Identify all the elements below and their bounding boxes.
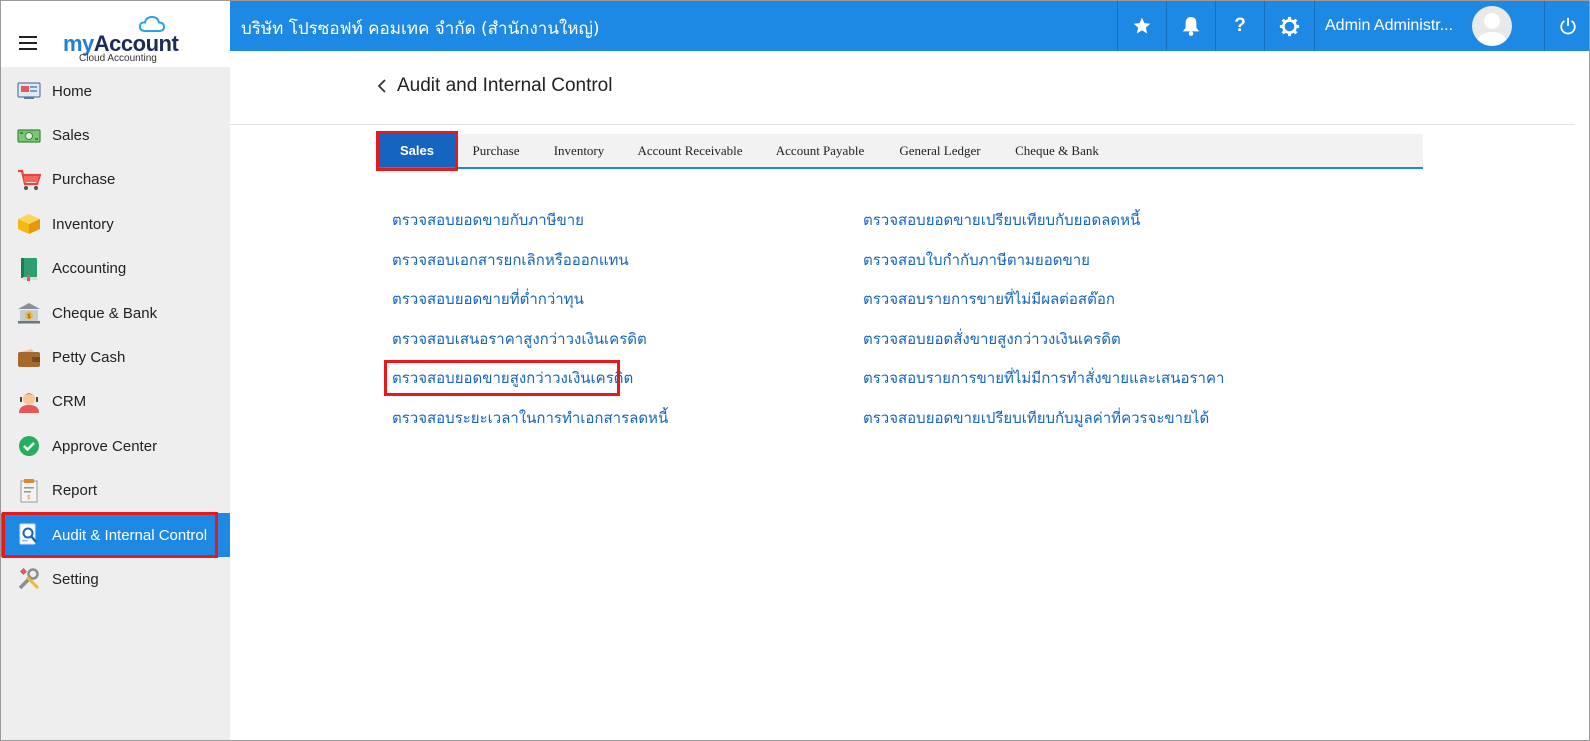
tools-icon <box>17 567 41 591</box>
sidebar-item-label: Sales <box>52 127 90 145</box>
tab-account-payable[interactable]: Account Payable <box>763 134 877 167</box>
sidebar-item-label: Cheque & Bank <box>52 304 158 322</box>
page-header: Audit and Internal Control <box>230 51 1589 125</box>
star-icon <box>1133 17 1151 34</box>
crm-icon <box>17 390 41 414</box>
sidebar-item-label: Purchase <box>52 171 116 189</box>
help-icon: ? <box>1234 15 1246 36</box>
sidebar-item-label: Setting <box>52 570 99 588</box>
hamburger-menu-icon[interactable] <box>19 36 37 50</box>
sidebar-item-purchase[interactable]: Purchase <box>1 158 230 202</box>
user-menu[interactable]: Admin Administr... <box>1314 1 1545 51</box>
company-name[interactable]: บริษัท โปรซอฟท์ คอมเทค จำกัด (สำนักงานให… <box>241 15 600 42</box>
sidebar-item-inventory[interactable]: Inventory <box>1 202 230 246</box>
tab-sales[interactable]: Sales <box>376 131 458 171</box>
sidebar-item-label: Home <box>52 82 93 100</box>
notification-button[interactable] <box>1166 1 1215 51</box>
links-right-column: ตรวจสอบยอดขายเปรียบเทียบกับยอดลดหนี้ ตรว… <box>863 209 1224 447</box>
sidebar-item-crm[interactable]: CRM <box>1 380 230 424</box>
tab-cheque-bank[interactable]: Cheque & Bank <box>1003 134 1111 167</box>
sidebar-item-home[interactable]: Home <box>1 69 230 113</box>
sidebar-item-label: CRM <box>52 393 87 411</box>
audit-link[interactable]: ตรวจสอบยอดขายกับภาษีขาย <box>392 209 668 249</box>
sidebar-menu: Home Sales Purchase Inventory Accounting… <box>1 69 230 602</box>
home-icon <box>17 79 41 103</box>
favorite-button[interactable] <box>1117 1 1166 51</box>
sidebar-item-label: Accounting <box>52 260 127 278</box>
tab-purchase[interactable]: Purchase <box>459 134 533 167</box>
tab-inventory[interactable]: Inventory <box>541 134 617 167</box>
sidebar-item-label: Report <box>52 482 98 500</box>
audit-link[interactable]: ตรวจสอบยอดขายเปรียบเทียบกับมูลค่าที่ควรจ… <box>863 407 1224 447</box>
book-icon <box>17 257 41 281</box>
links-left-column: ตรวจสอบยอดขายกับภาษีขาย ตรวจสอบเอกสารยกเ… <box>383 209 668 447</box>
audit-link[interactable]: ตรวจสอบเสนอราคาสูงกว่าวงเงินเครดิต <box>392 328 668 368</box>
tab-account-receivable[interactable]: Account Receivable <box>625 134 755 167</box>
audit-link-highlighted[interactable]: ตรวจสอบยอดขายสูงกว่าวงเงินเครดิต <box>383 360 668 407</box>
avatar[interactable] <box>1472 6 1512 46</box>
audit-link[interactable]: ตรวจสอบยอดสั่งขายสูงกว่าวงเงินเครดิต <box>863 328 1224 368</box>
top-bar: บริษัท โปรซอฟท์ คอมเทค จำกัด (สำนักงานให… <box>230 1 1589 51</box>
back-button[interactable] <box>376 77 392 97</box>
bell-icon <box>1182 17 1200 36</box>
audit-link[interactable]: ตรวจสอบใบกำกับภาษีตามยอดขาย <box>863 249 1224 289</box>
settings-button[interactable] <box>1264 1 1313 51</box>
wallet-icon <box>17 346 41 370</box>
sidebar-item-petty-cash[interactable]: Petty Cash <box>1 335 230 379</box>
sidebar: myAccount Cloud Accounting Home Sales Pu… <box>1 1 230 740</box>
scrollbar-track[interactable] <box>1575 51 1589 740</box>
audit-link[interactable]: ตรวจสอบรายการขายที่ไม่มีการทำสั่งขายและเ… <box>863 367 1224 407</box>
sidebar-item-label: Approve Center <box>52 437 158 455</box>
check-circle-icon <box>17 434 41 458</box>
bank-icon: $ <box>17 301 41 325</box>
box-icon <box>17 212 41 236</box>
audit-icon <box>17 523 41 547</box>
tab-general-ledger[interactable]: General Ledger <box>885 134 995 167</box>
chevron-left-icon <box>377 79 386 93</box>
sidebar-item-approve-center[interactable]: Approve Center <box>1 424 230 468</box>
report-icon: $ <box>17 478 41 503</box>
audit-link[interactable]: ตรวจสอบรายการขายที่ไม่มีผลต่อสต๊อก <box>863 288 1224 328</box>
tab-bar: Sales Purchase Inventory Account Receiva… <box>376 131 1423 171</box>
sidebar-item-report[interactable]: $ Report <box>1 469 230 513</box>
svg-text:$: $ <box>27 494 31 501</box>
audit-link[interactable]: ตรวจสอบยอดขายเปรียบเทียบกับยอดลดหนี้ <box>863 209 1224 249</box>
app-window: myAccount Cloud Accounting Home Sales Pu… <box>0 0 1590 741</box>
sidebar-item-cheque-bank[interactable]: $ Cheque & Bank <box>1 291 230 335</box>
sidebar-item-audit-internal-control[interactable]: Audit & Internal Control <box>1 511 230 559</box>
sidebar-item-label: Petty Cash <box>52 349 126 367</box>
audit-link[interactable]: ตรวจสอบยอดขายที่ต่ำกว่าทุน <box>392 288 668 328</box>
logo-bar: myAccount Cloud Accounting <box>1 1 230 67</box>
audit-link[interactable]: ตรวจสอบระยะเวลาในการทำเอกสารลดหนี้ <box>392 407 668 447</box>
svg-text:$: $ <box>27 313 31 320</box>
logout-button[interactable] <box>1544 1 1589 51</box>
user-name: Admin Administr... <box>1325 17 1454 34</box>
sidebar-item-sales[interactable]: Sales <box>1 113 230 157</box>
sales-icon <box>17 124 41 148</box>
logo-subtitle: Cloud Accounting <box>79 53 157 64</box>
audit-link[interactable]: ตรวจสอบเอกสารยกเลิกหรือออกแทน <box>392 249 668 289</box>
sidebar-item-accounting[interactable]: Accounting <box>1 247 230 291</box>
help-button[interactable]: ? <box>1215 1 1264 51</box>
page-title: Audit and Internal Control <box>397 75 613 96</box>
app-logo[interactable]: myAccount Cloud Accounting <box>63 15 183 64</box>
power-icon <box>1559 17 1576 35</box>
sidebar-item-setting[interactable]: Setting <box>1 557 230 601</box>
sidebar-item-label: Audit & Internal Control <box>52 526 208 544</box>
cart-icon <box>17 168 41 192</box>
user-avatar-icon <box>1477 13 1507 46</box>
gear-icon <box>1279 16 1299 36</box>
sidebar-item-label: Inventory <box>52 215 114 233</box>
